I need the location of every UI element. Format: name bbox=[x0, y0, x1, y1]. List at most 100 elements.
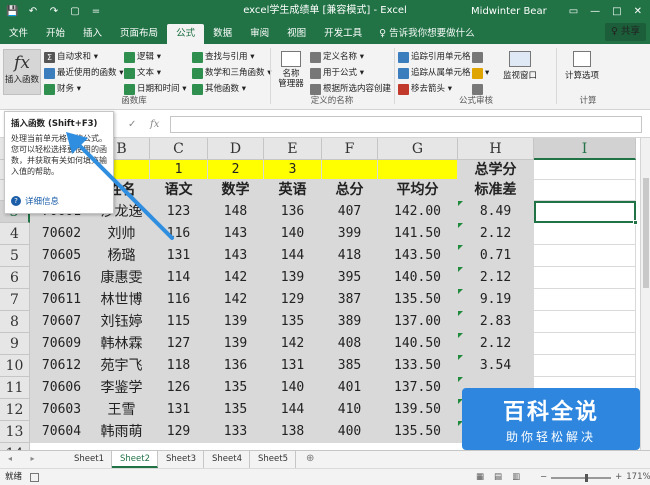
cell-id[interactable]: 70602 bbox=[30, 223, 94, 245]
cell-math[interactable]: 143 bbox=[208, 245, 264, 267]
column-header-E[interactable]: E bbox=[264, 138, 322, 160]
cell-I[interactable] bbox=[534, 355, 636, 377]
row-header-12[interactable]: 12 bbox=[0, 399, 30, 421]
text-button[interactable]: 文本 ▾ bbox=[124, 66, 161, 80]
cell-header[interactable]: 总分 bbox=[322, 180, 378, 201]
cell-name[interactable]: 韩林霖 bbox=[94, 333, 150, 355]
cell-chinese[interactable]: 131 bbox=[150, 399, 208, 421]
calculation-options-button[interactable]: 计算选项 bbox=[562, 50, 602, 96]
cell-avg[interactable]: 140.50 bbox=[378, 267, 458, 289]
row-header-7[interactable]: 7 bbox=[0, 289, 30, 311]
cell-math[interactable]: 135 bbox=[208, 399, 264, 421]
share-button[interactable]: ♀ 共享 bbox=[605, 23, 646, 41]
cell-avg[interactable]: 137.00 bbox=[378, 311, 458, 333]
cell-header[interactable]: 平均分 bbox=[378, 180, 458, 201]
column-header-I[interactable]: I bbox=[534, 138, 636, 160]
cell-english[interactable]: 140 bbox=[264, 377, 322, 399]
cell-math[interactable]: 142 bbox=[208, 289, 264, 311]
cell-total[interactable]: 385 bbox=[322, 355, 378, 377]
cell-name[interactable]: 苑宇飞 bbox=[94, 355, 150, 377]
macro-record-icon[interactable] bbox=[30, 473, 39, 482]
cell-total[interactable]: 408 bbox=[322, 333, 378, 355]
cell-math[interactable]: 139 bbox=[208, 333, 264, 355]
cell-chinese[interactable]: 116 bbox=[150, 223, 208, 245]
add-sheet-icon[interactable]: ⊕ bbox=[306, 453, 314, 464]
cell-id[interactable]: 70611 bbox=[30, 289, 94, 311]
tab-7[interactable]: 视图 bbox=[278, 24, 315, 44]
cell-math[interactable]: 143 bbox=[208, 223, 264, 245]
vertical-scrollbar[interactable] bbox=[640, 138, 650, 450]
cell-I1[interactable] bbox=[534, 160, 636, 180]
cell-english[interactable]: 129 bbox=[264, 289, 322, 311]
cell-chinese[interactable]: 115 bbox=[150, 311, 208, 333]
cell-avg[interactable]: 135.50 bbox=[378, 289, 458, 311]
tab-1[interactable]: 开始 bbox=[37, 24, 74, 44]
use-in-formula-button[interactable]: 用于公式 ▾ bbox=[310, 66, 364, 80]
cell-math[interactable]: 148 bbox=[208, 201, 264, 223]
active-cell-selection[interactable] bbox=[534, 201, 638, 225]
tab-2[interactable]: 插入 bbox=[74, 24, 111, 44]
cell-I[interactable] bbox=[534, 267, 636, 289]
user-name[interactable]: Midwinter Bear bbox=[471, 6, 547, 17]
tab-4[interactable]: 公式 bbox=[167, 24, 205, 44]
cell-chinese[interactable]: 131 bbox=[150, 245, 208, 267]
cell-id[interactable]: 70607 bbox=[30, 311, 94, 333]
normal-view-icon[interactable]: ▦ bbox=[476, 469, 484, 485]
cell-total[interactable]: 407 bbox=[322, 201, 378, 223]
cell-math[interactable]: 133 bbox=[208, 421, 264, 443]
minimize-button[interactable]: — bbox=[590, 6, 600, 17]
fx-icon[interactable]: fx bbox=[150, 119, 159, 130]
trace-precedents-button[interactable]: 追踪引用单元格 bbox=[398, 50, 471, 64]
cell-sd[interactable]: 2.83 bbox=[458, 311, 534, 333]
cell-header[interactable]: 标准差 bbox=[458, 180, 534, 201]
cell-english[interactable]: 138 bbox=[264, 421, 322, 443]
row-header-14[interactable]: 14 bbox=[0, 443, 30, 450]
math-trig-button[interactable]: 数学和三角函数 ▾ bbox=[192, 66, 271, 80]
cell-I[interactable] bbox=[534, 333, 636, 355]
cell-chinese[interactable]: 116 bbox=[150, 289, 208, 311]
cell-sd[interactable]: 3.54 bbox=[458, 355, 534, 377]
cell-total[interactable]: 399 bbox=[322, 223, 378, 245]
trace-dependents-button[interactable]: 追踪从属单元格 bbox=[398, 66, 471, 80]
cell-name[interactable]: 韩雨萌 bbox=[94, 421, 150, 443]
name-manager-button[interactable]: 名称 管理器 bbox=[274, 50, 308, 96]
cell-I[interactable] bbox=[534, 289, 636, 311]
tab-3[interactable]: 页面布局 bbox=[111, 24, 167, 44]
row-header-5[interactable]: 5 bbox=[0, 245, 30, 267]
cell-I2[interactable] bbox=[534, 180, 636, 201]
save-icon[interactable]: 💾 bbox=[6, 6, 18, 17]
cell-english[interactable]: 144 bbox=[264, 245, 322, 267]
logical-button[interactable]: 逻辑 ▾ bbox=[124, 50, 161, 64]
cell-F1[interactable] bbox=[322, 160, 378, 180]
column-header-C[interactable]: C bbox=[150, 138, 208, 160]
row-header-4[interactable]: 4 bbox=[0, 223, 30, 245]
cell-I[interactable] bbox=[534, 311, 636, 333]
cell-id[interactable]: 70612 bbox=[30, 355, 94, 377]
cell-total[interactable]: 387 bbox=[322, 289, 378, 311]
cell-id[interactable]: 70605 bbox=[30, 245, 94, 267]
column-header-G[interactable]: G bbox=[378, 138, 458, 160]
cell-header[interactable]: 英语 bbox=[264, 180, 322, 201]
cell-total[interactable]: 418 bbox=[322, 245, 378, 267]
zoom-in-button[interactable]: + bbox=[615, 469, 622, 485]
cell-english[interactable]: 144 bbox=[264, 399, 322, 421]
zoom-slider[interactable] bbox=[551, 473, 612, 482]
cell-id[interactable]: 70609 bbox=[30, 333, 94, 355]
cell-G1[interactable] bbox=[378, 160, 458, 180]
cell-id[interactable]: 70616 bbox=[30, 267, 94, 289]
cell-name[interactable]: 杨璐 bbox=[94, 245, 150, 267]
cell-english[interactable]: 139 bbox=[264, 267, 322, 289]
cell-sd[interactable]: 2.12 bbox=[458, 333, 534, 355]
cell-total[interactable]: 395 bbox=[322, 267, 378, 289]
cell-chinese[interactable]: 118 bbox=[150, 355, 208, 377]
cell-sd[interactable]: 9.19 bbox=[458, 289, 534, 311]
show-formulas-button[interactable] bbox=[472, 50, 483, 64]
tab-5[interactable]: 数据 bbox=[204, 24, 241, 44]
cell-name[interactable]: 林世博 bbox=[94, 289, 150, 311]
column-header-H[interactable]: H bbox=[458, 138, 534, 160]
cell-E1[interactable]: 3 bbox=[264, 160, 322, 180]
cell-avg[interactable]: 143.50 bbox=[378, 245, 458, 267]
sheet-tab-sheet5[interactable]: Sheet5 bbox=[250, 451, 296, 468]
cell-english[interactable]: 131 bbox=[264, 355, 322, 377]
cell-chinese[interactable]: 129 bbox=[150, 421, 208, 443]
